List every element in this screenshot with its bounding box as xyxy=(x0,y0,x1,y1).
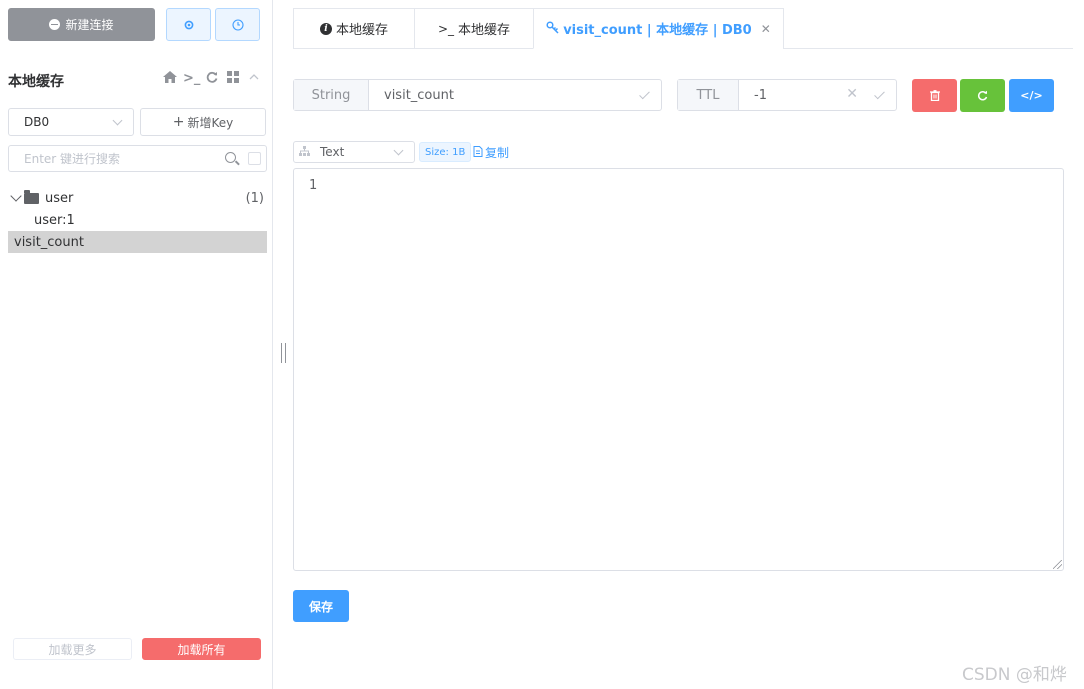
refresh-icon xyxy=(977,90,988,101)
plus-icon: + xyxy=(172,114,185,130)
terminal-icon[interactable]: >_ xyxy=(183,71,200,87)
add-key-label: 新增Key xyxy=(187,115,234,130)
copy-label: 复制 xyxy=(485,146,510,160)
connection-title: 本地缓存 xyxy=(8,74,64,90)
folder-open-icon xyxy=(24,189,39,204)
format-select-value: Text xyxy=(320,145,345,159)
watermark: CSDN @和烨 xyxy=(962,665,1067,685)
tab-connection-status[interactable]: i 本地缓存 xyxy=(293,8,414,49)
grid-icon[interactable] xyxy=(225,71,240,87)
new-connection-label: 新建连接 xyxy=(65,18,114,32)
refresh-icon[interactable] xyxy=(204,71,219,87)
document-icon xyxy=(473,145,483,160)
search-input[interactable] xyxy=(9,146,209,171)
chevron-down-icon xyxy=(393,145,404,156)
size-tag: Size: 1B xyxy=(419,142,472,162)
format-select[interactable]: Text xyxy=(293,141,415,163)
sitemap-icon xyxy=(299,145,310,159)
info-icon: i xyxy=(319,22,332,35)
trash-icon xyxy=(929,90,940,101)
minus-circle-icon xyxy=(49,19,61,30)
value-editor[interactable]: 1 xyxy=(293,168,1064,571)
load-all-button[interactable]: 加载所有 xyxy=(142,638,261,660)
key-tree: user (1) user:1 visit_count xyxy=(8,187,267,253)
save-button[interactable]: 保存 xyxy=(293,590,349,622)
ttl-value: -1 xyxy=(754,87,767,103)
resize-grip-icon[interactable] xyxy=(1053,560,1062,569)
db-select[interactable]: DB0 xyxy=(8,108,134,136)
tab-key-detail[interactable]: visit_count | 本地缓存 | DB0 ✕ xyxy=(533,8,784,49)
load-more-button[interactable]: 加载更多 xyxy=(13,638,132,660)
tab-label: visit_count | 本地缓存 | DB0 xyxy=(563,23,752,38)
key-type-label: String xyxy=(294,80,369,110)
tab-label: 本地缓存 xyxy=(335,23,388,38)
key-icon xyxy=(546,20,559,37)
db-select-value: DB0 xyxy=(24,115,50,129)
panel-resize-handle[interactable] xyxy=(281,343,286,363)
tab-cli[interactable]: >_ 本地缓存 xyxy=(414,8,533,49)
key-name-field: String visit_count xyxy=(293,79,662,111)
dump-command-button[interactable]: </> xyxy=(1009,79,1054,112)
settings-button[interactable] xyxy=(166,8,211,41)
exact-match-checkbox[interactable] xyxy=(248,152,261,165)
chevron-down-icon[interactable] xyxy=(10,190,22,202)
clock-icon xyxy=(231,18,244,31)
key-name-value: visit_count xyxy=(384,87,454,103)
refresh-key-button[interactable] xyxy=(960,79,1005,112)
gear-icon xyxy=(184,20,193,29)
tab-label: 本地缓存 xyxy=(458,23,511,38)
tree-key-visit-count[interactable]: visit_count xyxy=(8,231,267,253)
connection-toolbar: >_ xyxy=(162,71,261,87)
chevron-up-icon[interactable] xyxy=(246,71,261,87)
key-label: visit_count xyxy=(14,234,84,250)
sidebar: 新建连接 本地缓存 >_ DB0 + 新增Key Enter 键进行搜索 use… xyxy=(0,0,273,689)
key-label: user:1 xyxy=(34,212,75,228)
tab-bar: i 本地缓存 >_ 本地缓存 visit_count | 本地缓存 | DB0 … xyxy=(293,8,784,49)
tree-key-user-1[interactable]: user:1 xyxy=(8,209,267,231)
key-name-input[interactable]: visit_count xyxy=(369,80,661,110)
chevron-down-icon xyxy=(112,115,123,126)
app-window: 新建连接 本地缓存 >_ DB0 + 新增Key Enter 键进行搜索 use… xyxy=(0,0,1084,689)
copy-value-link[interactable]: 复制 xyxy=(473,144,509,161)
home-icon[interactable] xyxy=(162,71,177,87)
key-search-box xyxy=(8,145,267,172)
close-icon[interactable]: ✕ xyxy=(761,22,771,36)
add-key-button[interactable]: + 新增Key xyxy=(140,108,266,136)
terminal-icon: >_ xyxy=(437,21,455,36)
ttl-input[interactable]: -1 ✕ xyxy=(739,80,896,110)
folder-count: (1) xyxy=(245,190,264,206)
folder-label: user xyxy=(45,190,74,206)
search-icon[interactable] xyxy=(225,152,236,163)
tab-bar-divider xyxy=(783,48,1073,49)
history-button[interactable] xyxy=(215,8,260,41)
new-connection-button[interactable]: 新建连接 xyxy=(8,8,155,41)
tree-folder-user[interactable]: user (1) xyxy=(8,187,267,209)
ttl-label: TTL xyxy=(678,80,739,110)
value-text: 1 xyxy=(309,178,318,193)
clear-icon[interactable]: ✕ xyxy=(846,86,858,102)
delete-key-button[interactable] xyxy=(912,79,957,112)
ttl-field: TTL -1 ✕ xyxy=(677,79,897,111)
code-icon: </> xyxy=(1020,89,1043,102)
check-icon[interactable] xyxy=(639,88,650,100)
check-icon[interactable] xyxy=(874,88,885,100)
